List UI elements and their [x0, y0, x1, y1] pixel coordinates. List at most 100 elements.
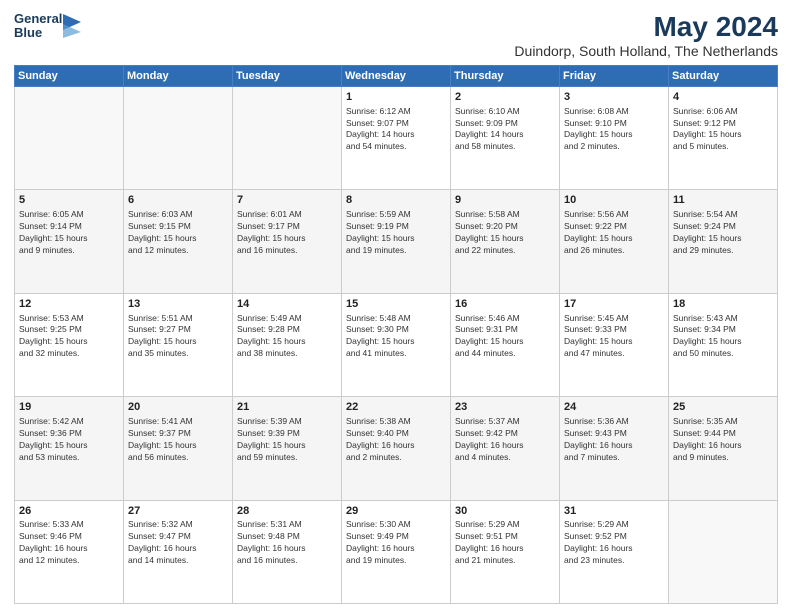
table-row: 13Sunrise: 5:51 AM Sunset: 9:27 PM Dayli… — [124, 293, 233, 396]
day-info: Sunrise: 5:29 AM Sunset: 9:51 PM Dayligh… — [455, 519, 555, 567]
day-info: Sunrise: 6:03 AM Sunset: 9:15 PM Dayligh… — [128, 209, 228, 257]
day-number: 24 — [564, 400, 664, 415]
day-info: Sunrise: 5:53 AM Sunset: 9:25 PM Dayligh… — [19, 313, 119, 361]
day-info: Sunrise: 5:45 AM Sunset: 9:33 PM Dayligh… — [564, 313, 664, 361]
day-info: Sunrise: 5:30 AM Sunset: 9:49 PM Dayligh… — [346, 519, 446, 567]
table-row: 18Sunrise: 5:43 AM Sunset: 9:34 PM Dayli… — [669, 293, 778, 396]
day-info: Sunrise: 6:08 AM Sunset: 9:10 PM Dayligh… — [564, 106, 664, 154]
table-row: 16Sunrise: 5:46 AM Sunset: 9:31 PM Dayli… — [451, 293, 560, 396]
day-number: 4 — [673, 90, 773, 105]
table-row: 25Sunrise: 5:35 AM Sunset: 9:44 PM Dayli… — [669, 397, 778, 500]
logo-line2: Blue — [14, 26, 62, 40]
table-row: 15Sunrise: 5:48 AM Sunset: 9:30 PM Dayli… — [342, 293, 451, 396]
day-info: Sunrise: 5:42 AM Sunset: 9:36 PM Dayligh… — [19, 416, 119, 464]
table-row: 14Sunrise: 5:49 AM Sunset: 9:28 PM Dayli… — [233, 293, 342, 396]
calendar-header-row: Sunday Monday Tuesday Wednesday Thursday… — [15, 65, 778, 86]
table-row: 10Sunrise: 5:56 AM Sunset: 9:22 PM Dayli… — [560, 190, 669, 293]
col-friday: Friday — [560, 65, 669, 86]
table-row: 21Sunrise: 5:39 AM Sunset: 9:39 PM Dayli… — [233, 397, 342, 500]
day-number: 12 — [19, 297, 119, 312]
table-row: 8Sunrise: 5:59 AM Sunset: 9:19 PM Daylig… — [342, 190, 451, 293]
day-info: Sunrise: 5:48 AM Sunset: 9:30 PM Dayligh… — [346, 313, 446, 361]
calendar-week-row: 1Sunrise: 6:12 AM Sunset: 9:07 PM Daylig… — [15, 86, 778, 189]
day-info: Sunrise: 5:35 AM Sunset: 9:44 PM Dayligh… — [673, 416, 773, 464]
calendar: Sunday Monday Tuesday Wednesday Thursday… — [14, 65, 778, 604]
table-row: 5Sunrise: 6:05 AM Sunset: 9:14 PM Daylig… — [15, 190, 124, 293]
table-row: 22Sunrise: 5:38 AM Sunset: 9:40 PM Dayli… — [342, 397, 451, 500]
day-number: 22 — [346, 400, 446, 415]
table-row: 19Sunrise: 5:42 AM Sunset: 9:36 PM Dayli… — [15, 397, 124, 500]
day-number: 10 — [564, 193, 664, 208]
day-number: 30 — [455, 504, 555, 519]
calendar-week-row: 5Sunrise: 6:05 AM Sunset: 9:14 PM Daylig… — [15, 190, 778, 293]
table-row: 31Sunrise: 5:29 AM Sunset: 9:52 PM Dayli… — [560, 500, 669, 603]
day-info: Sunrise: 5:33 AM Sunset: 9:46 PM Dayligh… — [19, 519, 119, 567]
day-number: 26 — [19, 504, 119, 519]
table-row — [124, 86, 233, 189]
table-row: 12Sunrise: 5:53 AM Sunset: 9:25 PM Dayli… — [15, 293, 124, 396]
day-info: Sunrise: 5:38 AM Sunset: 9:40 PM Dayligh… — [346, 416, 446, 464]
table-row: 20Sunrise: 5:41 AM Sunset: 9:37 PM Dayli… — [124, 397, 233, 500]
day-info: Sunrise: 5:31 AM Sunset: 9:48 PM Dayligh… — [237, 519, 337, 567]
col-saturday: Saturday — [669, 65, 778, 86]
day-number: 9 — [455, 193, 555, 208]
day-number: 27 — [128, 504, 228, 519]
day-number: 18 — [673, 297, 773, 312]
day-info: Sunrise: 5:56 AM Sunset: 9:22 PM Dayligh… — [564, 209, 664, 257]
table-row: 4Sunrise: 6:06 AM Sunset: 9:12 PM Daylig… — [669, 86, 778, 189]
day-number: 8 — [346, 193, 446, 208]
day-number: 14 — [237, 297, 337, 312]
day-number: 5 — [19, 193, 119, 208]
table-row: 24Sunrise: 5:36 AM Sunset: 9:43 PM Dayli… — [560, 397, 669, 500]
table-row: 28Sunrise: 5:31 AM Sunset: 9:48 PM Dayli… — [233, 500, 342, 603]
table-row: 29Sunrise: 5:30 AM Sunset: 9:49 PM Dayli… — [342, 500, 451, 603]
table-row: 27Sunrise: 5:32 AM Sunset: 9:47 PM Dayli… — [124, 500, 233, 603]
day-info: Sunrise: 5:36 AM Sunset: 9:43 PM Dayligh… — [564, 416, 664, 464]
day-number: 20 — [128, 400, 228, 415]
day-info: Sunrise: 5:59 AM Sunset: 9:19 PM Dayligh… — [346, 209, 446, 257]
header: General Blue May 2024 Duindorp, South Ho… — [14, 12, 778, 59]
day-number: 13 — [128, 297, 228, 312]
calendar-week-row: 12Sunrise: 5:53 AM Sunset: 9:25 PM Dayli… — [15, 293, 778, 396]
day-number: 25 — [673, 400, 773, 415]
day-info: Sunrise: 5:54 AM Sunset: 9:24 PM Dayligh… — [673, 209, 773, 257]
table-row: 2Sunrise: 6:10 AM Sunset: 9:09 PM Daylig… — [451, 86, 560, 189]
table-row: 11Sunrise: 5:54 AM Sunset: 9:24 PM Dayli… — [669, 190, 778, 293]
day-info: Sunrise: 5:37 AM Sunset: 9:42 PM Dayligh… — [455, 416, 555, 464]
col-monday: Monday — [124, 65, 233, 86]
day-info: Sunrise: 5:58 AM Sunset: 9:20 PM Dayligh… — [455, 209, 555, 257]
table-row: 9Sunrise: 5:58 AM Sunset: 9:20 PM Daylig… — [451, 190, 560, 293]
logo-text: General Blue — [14, 12, 62, 41]
day-number: 29 — [346, 504, 446, 519]
day-info: Sunrise: 6:10 AM Sunset: 9:09 PM Dayligh… — [455, 106, 555, 154]
day-number: 28 — [237, 504, 337, 519]
day-number: 17 — [564, 297, 664, 312]
day-number: 21 — [237, 400, 337, 415]
day-info: Sunrise: 6:06 AM Sunset: 9:12 PM Dayligh… — [673, 106, 773, 154]
table-row: 7Sunrise: 6:01 AM Sunset: 9:17 PM Daylig… — [233, 190, 342, 293]
day-info: Sunrise: 5:43 AM Sunset: 9:34 PM Dayligh… — [673, 313, 773, 361]
col-tuesday: Tuesday — [233, 65, 342, 86]
col-wednesday: Wednesday — [342, 65, 451, 86]
day-number: 6 — [128, 193, 228, 208]
page: General Blue May 2024 Duindorp, South Ho… — [0, 0, 792, 612]
day-number: 2 — [455, 90, 555, 105]
day-info: Sunrise: 6:05 AM Sunset: 9:14 PM Dayligh… — [19, 209, 119, 257]
day-info: Sunrise: 5:49 AM Sunset: 9:28 PM Dayligh… — [237, 313, 337, 361]
day-number: 11 — [673, 193, 773, 208]
table-row: 1Sunrise: 6:12 AM Sunset: 9:07 PM Daylig… — [342, 86, 451, 189]
logo: General Blue — [14, 12, 81, 41]
day-number: 19 — [19, 400, 119, 415]
day-number: 23 — [455, 400, 555, 415]
calendar-week-row: 19Sunrise: 5:42 AM Sunset: 9:36 PM Dayli… — [15, 397, 778, 500]
table-row — [15, 86, 124, 189]
col-thursday: Thursday — [451, 65, 560, 86]
col-sunday: Sunday — [15, 65, 124, 86]
main-title: May 2024 — [514, 12, 778, 43]
day-number: 31 — [564, 504, 664, 519]
subtitle: Duindorp, South Holland, The Netherlands — [514, 43, 778, 59]
table-row: 17Sunrise: 5:45 AM Sunset: 9:33 PM Dayli… — [560, 293, 669, 396]
table-row: 30Sunrise: 5:29 AM Sunset: 9:51 PM Dayli… — [451, 500, 560, 603]
table-row: 23Sunrise: 5:37 AM Sunset: 9:42 PM Dayli… — [451, 397, 560, 500]
day-info: Sunrise: 6:01 AM Sunset: 9:17 PM Dayligh… — [237, 209, 337, 257]
